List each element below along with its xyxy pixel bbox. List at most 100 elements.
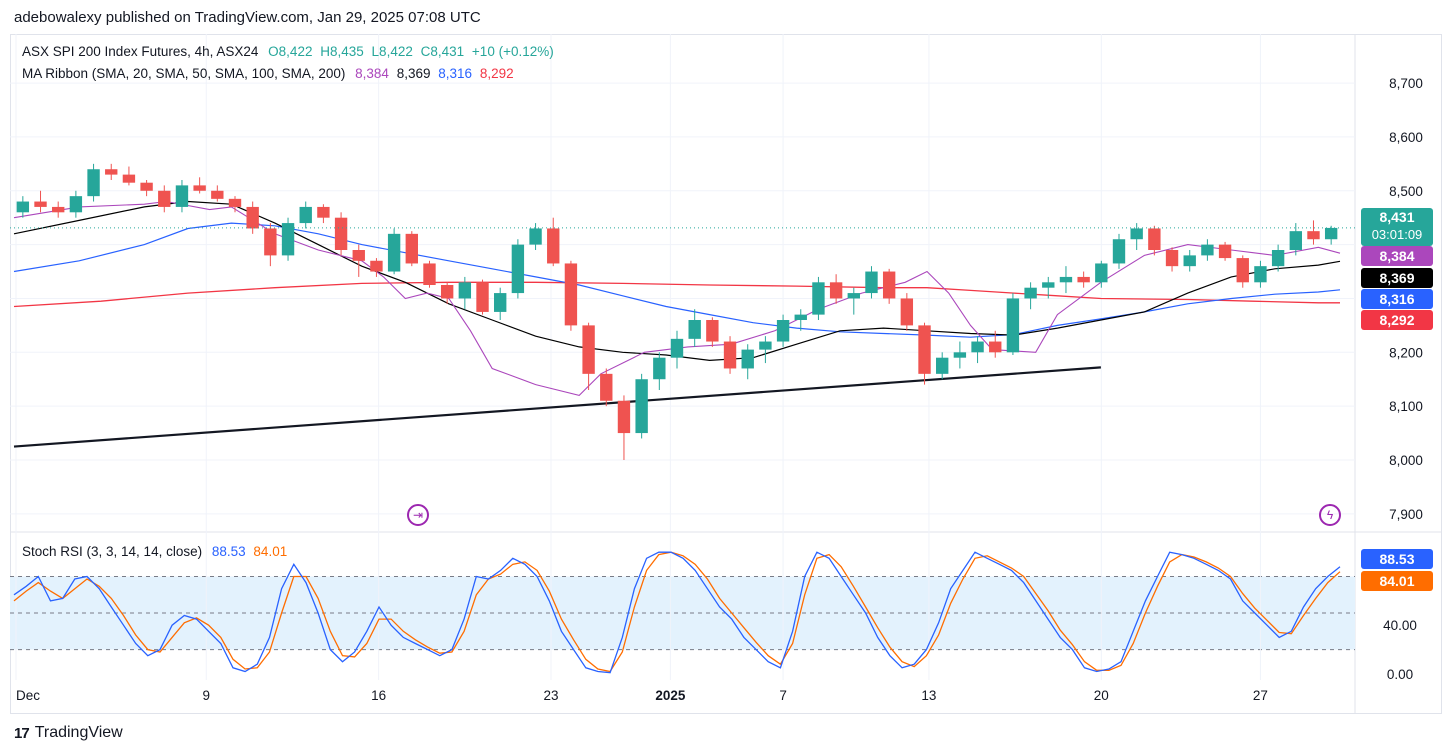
stoch-label: Stoch RSI (3, 3, 14, 14, close)	[22, 544, 203, 559]
candle-body	[52, 206, 65, 213]
candle-body	[352, 250, 365, 261]
time-tick-label: 20	[1094, 688, 1109, 703]
ma20-badge: 8,384	[1361, 246, 1433, 266]
support-trendline	[13, 366, 1101, 448]
k-value: 88.53	[211, 544, 246, 559]
high-value: H8,435	[320, 44, 364, 59]
ma50-badge: 8,369	[1361, 268, 1433, 288]
change-value: +10 (+0.12%)	[471, 44, 554, 59]
go-to-realtime-icon[interactable]: ⇥	[407, 504, 429, 526]
candle-body	[317, 206, 330, 218]
k-badge: 88.53	[1361, 549, 1433, 569]
candle-body	[334, 217, 348, 250]
time-tick-label: Dec	[16, 688, 40, 703]
price-tick-label: 8,500	[1389, 184, 1423, 199]
ma200-badge: 8,292	[1361, 310, 1433, 330]
time-tick-label: 16	[371, 688, 386, 703]
ma200-line	[13, 281, 1340, 308]
price-tick-label: 8,100	[1389, 399, 1423, 414]
candle-body	[1077, 276, 1090, 283]
candle-body	[953, 352, 967, 358]
stoch-legend: Stoch RSI (3, 3, 14, 14, close) 88.53 84…	[22, 544, 293, 559]
candle-body	[635, 379, 648, 434]
candle-body	[900, 298, 914, 326]
ma-label: MA Ribbon (SMA, 20, SMA, 50, SMA, 100, S…	[22, 66, 346, 81]
candle-body	[529, 228, 542, 245]
candle-body	[829, 282, 843, 299]
candle-body	[387, 233, 401, 272]
candle-body	[211, 190, 224, 199]
close-value: C8,431	[420, 44, 465, 59]
lightning-icon[interactable]: ϟ	[1319, 504, 1341, 526]
candle-body	[69, 196, 83, 213]
candle-body	[140, 182, 153, 191]
candle-body	[989, 341, 1002, 353]
candle-body	[476, 282, 489, 312]
candle-body	[617, 400, 631, 434]
candle-body	[1165, 250, 1179, 267]
candle-body	[1006, 298, 1020, 353]
candle-body	[812, 282, 825, 315]
symbol-name: ASX SPI 200 Index Futures, 4h, ASX24	[22, 44, 259, 59]
time-tick-label: 9	[203, 688, 211, 703]
ma-legend: MA Ribbon (SMA, 20, SMA, 50, SMA, 100, S…	[22, 66, 520, 81]
candle-body	[1289, 231, 1302, 250]
candle-body	[1236, 258, 1249, 283]
candle-body	[1130, 228, 1143, 240]
time-tick-label: 7	[779, 688, 787, 703]
time-tick-label: 2025	[655, 688, 686, 703]
ma100-value: 8,316	[438, 66, 473, 81]
candle-body	[87, 169, 100, 197]
candle-body	[723, 341, 737, 369]
chart-canvas[interactable]: 8,7008,6008,5008,4008,3008,2008,1008,000…	[0, 0, 1453, 756]
candle-body	[688, 320, 701, 339]
candle-body	[670, 338, 684, 358]
candle-body	[175, 185, 189, 207]
candle-body	[193, 185, 206, 191]
brand-name: TradingView	[34, 724, 123, 741]
countdown: 03:01:09	[1371, 227, 1423, 242]
stoch-tick-label: 0.00	[1387, 667, 1413, 682]
price-tick-label: 7,900	[1389, 507, 1423, 522]
d-value: 84.01	[253, 544, 288, 559]
candle-body	[1148, 228, 1161, 250]
candle-body	[1112, 239, 1126, 264]
candle-body	[16, 201, 30, 213]
candle-body	[1183, 255, 1196, 267]
candle-body	[564, 263, 578, 326]
candle-body	[971, 341, 984, 353]
candle-body	[1024, 287, 1037, 299]
candle-body	[458, 282, 472, 299]
last-price-badge: 8,431 03:01:09	[1361, 208, 1433, 246]
low-value: L8,422	[371, 44, 413, 59]
candle-body	[105, 169, 118, 175]
candle-body	[847, 293, 860, 299]
candle-body	[1042, 282, 1055, 288]
candle-body	[1271, 250, 1285, 267]
open-value: O8,422	[268, 44, 313, 59]
candle-body	[759, 341, 772, 350]
candle-body	[776, 320, 790, 342]
price-tick-label: 8,600	[1389, 130, 1423, 145]
candle-body	[706, 320, 719, 342]
candle-body	[228, 198, 242, 207]
ma100-badge: 8,316	[1361, 289, 1433, 309]
candle-body	[1218, 244, 1232, 259]
candle-body	[34, 201, 47, 207]
candle-body	[1254, 266, 1267, 283]
candle-body	[281, 223, 295, 256]
ma100-line	[13, 222, 1341, 338]
time-tick-label: 27	[1253, 688, 1268, 703]
candle-body	[1095, 263, 1108, 283]
candle-body	[918, 325, 931, 374]
candle-body	[264, 228, 277, 256]
stoch-tick-label: 40.00	[1383, 618, 1417, 633]
candle-body	[246, 206, 259, 229]
candle-body	[741, 349, 754, 369]
candle-body	[158, 190, 171, 207]
candle-body	[1307, 231, 1320, 240]
footer-branding: 17 TradingView	[14, 724, 123, 742]
candle-body	[1324, 227, 1338, 240]
d-badge: 84.01	[1361, 571, 1433, 591]
candle-body	[582, 325, 595, 374]
